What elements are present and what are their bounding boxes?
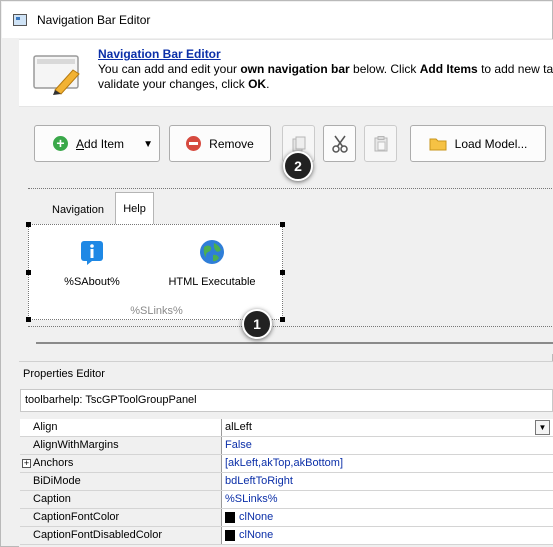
designer-bottom-border	[28, 326, 553, 327]
app-icon	[13, 14, 27, 26]
scissors-icon	[331, 135, 348, 153]
resize-handle[interactable]	[280, 270, 285, 275]
designer-divider	[36, 342, 553, 344]
property-row-alignwithmargins[interactable]: AlignWithMargins False	[20, 437, 553, 455]
nav-item-about[interactable]: %SAbout%	[59, 239, 125, 288]
remove-button[interactable]: Remove	[169, 125, 271, 162]
component-selector[interactable]: toolbarhelp: TscGPToolGroupPanel	[20, 389, 553, 412]
cut-button[interactable]	[323, 125, 356, 162]
header-description: You can add and edit your own navigation…	[98, 62, 553, 91]
chevron-down-icon[interactable]: ▼	[143, 139, 153, 150]
header-panel: Navigation Bar Editor You can add and ed…	[19, 39, 553, 107]
nav-item-label: %SAbout%	[64, 276, 120, 288]
window-title: Navigation Bar Editor	[37, 13, 151, 27]
tab-navigation[interactable]: Navigation	[41, 195, 115, 224]
add-item-button[interactable]: + Add Item ▼	[34, 125, 160, 162]
globe-icon	[200, 240, 224, 264]
tool-group-panel[interactable]: %SAbout% HTML Executable %SLinks%	[26, 222, 285, 322]
dropdown-arrow-icon[interactable]: ▼	[535, 420, 550, 435]
folder-icon	[429, 138, 447, 150]
paste-button[interactable]	[364, 125, 397, 162]
color-swatch	[225, 512, 235, 523]
properties-editor: Properties Editor toolbarhelp: TscGPTool…	[19, 361, 553, 547]
property-row-anchors[interactable]: + Anchors [akLeft,akTop,akBottom]	[20, 455, 553, 473]
copy-icon	[292, 136, 305, 151]
callout-number-2: 2	[283, 151, 313, 181]
property-row-bidimode[interactable]: BiDiMode bdLeftToRight	[20, 473, 553, 491]
resize-handle[interactable]	[280, 317, 285, 322]
tab-help[interactable]: Help	[115, 192, 154, 224]
property-row-align[interactable]: Align alLeft ▼	[20, 419, 553, 437]
navigation-bar-editor-window: Navigation Bar Editor Navigation Bar Edi…	[0, 0, 553, 547]
nav-item-html-executable[interactable]: HTML Executable	[167, 239, 257, 288]
resize-handle[interactable]	[26, 317, 31, 322]
designer-top-border	[28, 188, 553, 189]
resize-handle[interactable]	[26, 270, 31, 275]
resize-handle[interactable]	[26, 222, 31, 227]
expand-icon[interactable]: +	[22, 459, 31, 468]
load-model-button[interactable]: Load Model...	[410, 125, 546, 162]
add-icon: +	[53, 136, 68, 151]
property-row-captionfontcolor[interactable]: CaptionFontColor clNone	[20, 509, 553, 527]
color-swatch	[225, 530, 235, 541]
info-icon	[81, 241, 103, 265]
resize-handle[interactable]	[280, 222, 285, 227]
remove-icon	[186, 136, 202, 151]
property-grid: Align alLeft ▼ AlignWithMargins False + A…	[20, 419, 553, 545]
paste-icon	[374, 135, 387, 151]
title-bar: Navigation Bar Editor	[2, 2, 552, 38]
property-row-captionfontdisabledcolor[interactable]: CaptionFontDisabledColor clNone	[20, 527, 553, 545]
property-row-caption[interactable]: Caption %SLinks%	[20, 491, 553, 509]
edit-illustration-icon	[33, 55, 80, 95]
header-title-link[interactable]: Navigation Bar Editor	[98, 47, 221, 61]
callout-number-1: 1	[242, 309, 272, 339]
navigation-bar-designer: Navigation Help %SAbout% HTML Executable…	[19, 179, 553, 354]
properties-title: Properties Editor	[23, 368, 105, 380]
nav-item-label: HTML Executable	[168, 276, 256, 288]
